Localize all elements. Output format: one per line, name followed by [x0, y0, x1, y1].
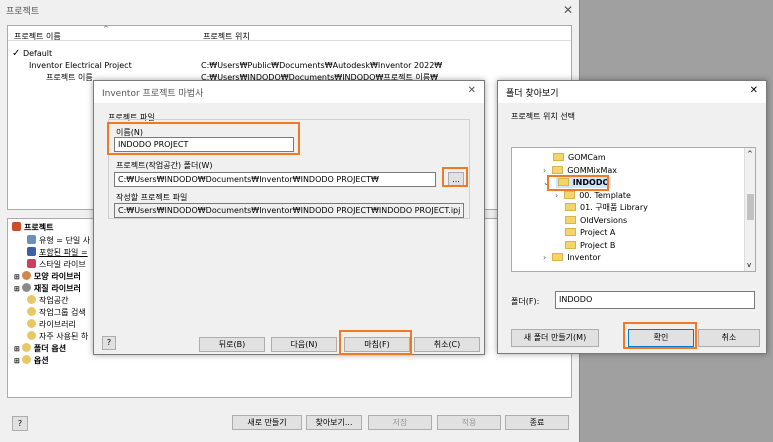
workspace-icon: [27, 295, 36, 304]
project-wizard-dialog: Inventor 프로젝트 마법사 ✕ 프로젝트 파일 이름(N) INDODO…: [93, 80, 485, 355]
tree-item-frequent[interactable]: 자주 사용된 하: [27, 331, 88, 342]
projects-close-icon[interactable]: ✕: [563, 3, 573, 17]
tree-item-included-file[interactable]: 포함된 파일 =: [27, 247, 88, 258]
col-header-location[interactable]: 프로젝트 위치: [203, 31, 250, 42]
project-file-path: C:₩Users₩INDODO₩Documents₩Inventor₩INDOD…: [114, 203, 464, 218]
chevron-right-icon[interactable]: ›: [555, 191, 558, 200]
options-icon: [21, 355, 31, 364]
tree-item-type[interactable]: 유형 = 단일 사: [27, 235, 90, 246]
style-library-icon: [27, 259, 36, 268]
folder-item[interactable]: › GOMMixMax: [543, 166, 617, 176]
expand-plus-icon[interactable]: ⊞: [14, 357, 20, 365]
save-button[interactable]: 저장: [368, 415, 432, 430]
wizard-help-button[interactable]: ?: [102, 336, 116, 350]
back-button[interactable]: 뒤로(B): [199, 337, 265, 352]
folder-icon: [564, 191, 576, 199]
project-name-input[interactable]: INDODO PROJECT: [114, 137, 294, 152]
help-button[interactable]: ?: [12, 416, 28, 431]
wizard-title-text: Inventor 프로젝트 마법사: [102, 89, 204, 99]
apply-button[interactable]: 적용: [437, 415, 501, 430]
tree-item-folder-options[interactable]: ⊞ 폴더 옵션: [14, 343, 66, 354]
project-list-header: 프로젝트 이름 ^ 프로젝트 위치: [8, 25, 571, 42]
appearance-library-icon: [21, 271, 31, 280]
sort-up-icon: ^: [103, 25, 109, 33]
ok-button[interactable]: 확인: [628, 329, 694, 347]
project-location: C:₩Users₩Public₩Documents₩Autodesk₩Inven…: [201, 61, 443, 70]
browse-project-button[interactable]: 찾아보기...: [306, 415, 362, 430]
col-header-name[interactable]: 프로젝트 이름: [14, 31, 61, 42]
project-row[interactable]: ✓ Default: [12, 48, 52, 59]
folder-tree-scrollbar[interactable]: ^ v: [744, 148, 755, 271]
folder-item[interactable]: 01. 구매품 Library: [565, 203, 648, 213]
folder-label: 프로젝트(작업공간) 폴더(W): [116, 161, 213, 170]
folder-item[interactable]: › Inventor: [543, 253, 601, 263]
new-folder-button[interactable]: 새 폴더 만들기(M): [511, 329, 599, 347]
folder-icon: [553, 153, 564, 161]
wizard-cancel-button[interactable]: 취소(C): [414, 337, 480, 352]
expand-plus-icon[interactable]: ⊞: [14, 345, 20, 353]
expand-plus-icon[interactable]: ⊞: [14, 285, 20, 293]
scroll-up-icon[interactable]: ^: [747, 150, 753, 158]
folder-browse-button[interactable]: ...: [448, 172, 464, 187]
chevron-right-icon[interactable]: ›: [543, 253, 546, 262]
wizard-close-icon[interactable]: ✕: [468, 85, 476, 96]
folder-item[interactable]: › 00. Template: [555, 191, 631, 201]
scrollbar-thumb[interactable]: [747, 194, 754, 220]
folder-dialog-title-text: 폴더 찾아보기: [506, 89, 559, 99]
done-button[interactable]: 종료: [505, 415, 569, 430]
tree-item-project[interactable]: 프로젝트: [12, 222, 53, 233]
file-label: 작성할 프로젝트 파일: [116, 193, 188, 202]
tree-item-workspace[interactable]: 작업공간: [27, 295, 68, 306]
workgroup-icon: [27, 307, 36, 316]
new-project-button[interactable]: 새로 만들기: [232, 415, 302, 430]
folder-icon: [565, 228, 576, 236]
library-icon: [27, 319, 36, 328]
scroll-down-icon[interactable]: v: [747, 261, 751, 269]
folder-item[interactable]: GOMCam: [553, 153, 606, 163]
project-folder-input[interactable]: C:₩Users₩INDODO₩Documents₩Inventor₩INDOD…: [114, 172, 436, 187]
folder-icon: [552, 253, 564, 261]
folder-icon: [552, 166, 564, 174]
finish-button[interactable]: 마침(F): [344, 337, 410, 352]
folder-dialog-title: 폴더 찾아보기: [498, 81, 766, 103]
folder-item[interactable]: Project A: [565, 228, 615, 238]
projects-window-title: 프로젝트: [0, 0, 579, 20]
folder-item[interactable]: Project B: [565, 241, 615, 251]
folder-name-input[interactable]: INDODO: [555, 291, 755, 309]
folder-field-label: 폴더(F):: [511, 297, 540, 306]
project-file-icon: [12, 222, 21, 231]
tree-item-style-library[interactable]: 스타일 라이브: [27, 259, 86, 270]
tree-item-appearance-library[interactable]: ⊞ 모양 라이브러: [14, 271, 81, 282]
folder-options-icon: [21, 343, 31, 352]
chevron-down-icon[interactable]: ⌄: [543, 178, 550, 187]
folder-icon: [565, 203, 576, 211]
folder-icon: [565, 241, 576, 249]
expand-plus-icon[interactable]: ⊞: [14, 273, 20, 281]
wizard-title: Inventor 프로젝트 마법사: [94, 81, 484, 103]
folder-dialog-instruction: 프로젝트 위치 선택: [511, 112, 575, 121]
project-name: 프로젝트 이름: [46, 73, 93, 82]
tree-item-workgroup-search[interactable]: 작업그룹 검색: [27, 307, 86, 318]
frequent-icon: [27, 331, 36, 340]
tree-item-material-library[interactable]: ⊞ 재질 라이브러: [14, 283, 81, 294]
tree-item-library[interactable]: 라이브러리: [27, 319, 76, 330]
included-file-icon: [27, 247, 36, 256]
project-name: Default: [22, 49, 53, 58]
folder-item[interactable]: OldVersions: [565, 216, 627, 226]
project-name: Inventor Electrical Project: [29, 61, 132, 70]
type-icon: [27, 235, 36, 244]
folder-browse-dialog: 폴더 찾아보기 ✕ 프로젝트 위치 선택 ^ v GOMCam › GOMMixM…: [497, 80, 767, 354]
next-button[interactable]: 다음(N): [271, 337, 337, 352]
material-library-icon: [21, 283, 31, 292]
folder-icon: [557, 178, 569, 186]
folder-icon: [565, 216, 576, 224]
check-icon: ✓: [12, 48, 21, 59]
folder-dialog-close-icon[interactable]: ✕: [750, 85, 758, 96]
projects-title-text: 프로젝트: [6, 7, 40, 17]
folder-cancel-button[interactable]: 취소: [698, 329, 760, 347]
chevron-right-icon[interactable]: ›: [543, 166, 546, 175]
tree-item-options[interactable]: ⊞ 옵션: [14, 355, 49, 366]
folder-item-selected[interactable]: ⌄ INDODO: [543, 177, 612, 188]
